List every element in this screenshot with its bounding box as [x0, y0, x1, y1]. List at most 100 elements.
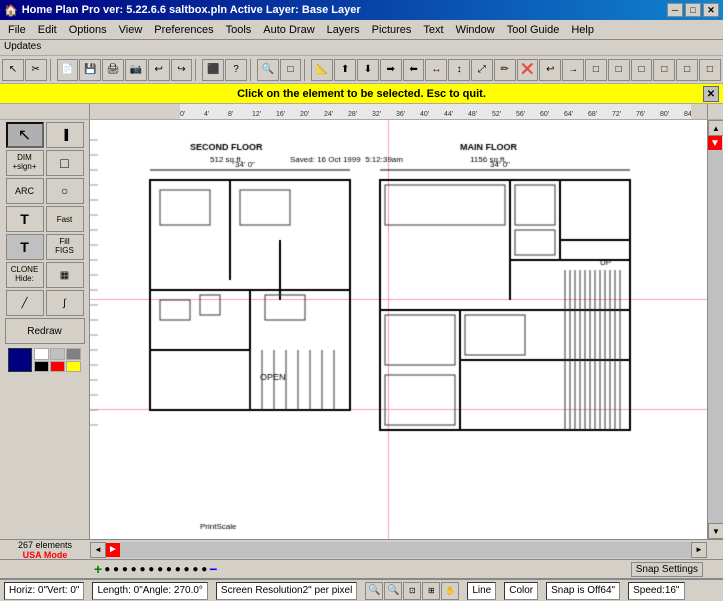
menu-bar: FileEditOptionsViewPreferencesToolsAuto …	[0, 20, 723, 40]
zoom-buttons[interactable]: 🔍 🔍 ⊡ ⊞ ✋	[365, 582, 459, 600]
scroll-up-arrow[interactable]: ▲	[708, 120, 723, 136]
scroll-right-arrow[interactable]: ►	[691, 542, 707, 558]
hide-button[interactable]: ▦	[46, 262, 84, 288]
ruler-tick: 32'	[372, 111, 381, 118]
toolbar1-btn-7[interactable]: ↪	[171, 59, 193, 81]
toolbar1-btn-18[interactable]: ↕	[448, 59, 470, 81]
floor-plan-canvas[interactable]	[90, 120, 707, 539]
toolbar1-btn-26[interactable]: □	[631, 59, 653, 81]
maximize-button[interactable]: □	[685, 3, 701, 17]
toolbar1-btn-19[interactable]: ⤢	[471, 59, 493, 81]
toolbar1-btn-9[interactable]: ?	[225, 59, 247, 81]
toolbar1-btn-2[interactable]: 📄	[57, 59, 79, 81]
toolbar1-btn-16[interactable]: ⬅	[403, 59, 425, 81]
pan-icon[interactable]: ✋	[441, 582, 459, 600]
toolbar1-btn-17[interactable]: ↔	[425, 59, 447, 81]
zoom-fit-icon[interactable]: ⊡	[403, 582, 421, 600]
remove-button[interactable]: −	[209, 561, 217, 577]
zoom-out-icon[interactable]: 🔍	[384, 582, 402, 600]
length-status: Length: 0" Angle: 270.0°	[92, 582, 207, 600]
info-close-button[interactable]: ✕	[703, 86, 719, 102]
ruler-tick: 4'	[204, 111, 209, 118]
color-swatch[interactable]	[8, 348, 32, 372]
zoom-in-icon[interactable]: 🔍	[365, 582, 383, 600]
menu-item-pictures[interactable]: Pictures	[366, 23, 418, 37]
toolbar1-btn-22[interactable]: ↩	[539, 59, 561, 81]
toolbar1-btn-6[interactable]: ↩	[148, 59, 170, 81]
h-scroll-track[interactable]	[120, 542, 691, 558]
toolbar1-btn-21[interactable]: ❌	[517, 59, 539, 81]
minimize-button[interactable]: ─	[667, 3, 683, 17]
toolbar1-btn-8[interactable]: ⬛	[202, 59, 224, 81]
menu-item-tools[interactable]: Tools	[220, 23, 258, 37]
menu-item-view[interactable]: View	[113, 23, 149, 37]
toolbar1-btn-11[interactable]: □	[280, 59, 302, 81]
line-tool-button[interactable]: ╱	[6, 290, 44, 316]
toolbar1-btn-15[interactable]: ➡	[380, 59, 402, 81]
toolbar1-btn-13[interactable]: ⬆	[334, 59, 356, 81]
menu-item-layers[interactable]: Layers	[321, 23, 366, 37]
info-message: Click on the element to be selected. Esc…	[237, 88, 486, 100]
fast-text-button[interactable]: Fast	[46, 206, 84, 232]
clone-button[interactable]: CLONEHide:	[6, 262, 44, 288]
toolbar1-btn-0[interactable]: ↖	[2, 59, 24, 81]
zoom-window-icon[interactable]: ⊞	[422, 582, 440, 600]
title-controls[interactable]: ─ □ ✕	[667, 3, 719, 17]
drawing-canvas-area[interactable]	[90, 120, 707, 539]
toolbar1-btn-4[interactable]: 🖨	[102, 59, 124, 81]
status-bar: Horiz: 0" Vert: 0" Length: 0" Angle: 270…	[0, 579, 723, 601]
snap-value: 64"	[600, 585, 615, 596]
arc-tool-button[interactable]: ARC	[6, 178, 44, 204]
toolbar1-btn-20[interactable]: ✏	[494, 59, 516, 81]
fill-figs-button[interactable]: FillFIGS	[46, 234, 84, 260]
ruler-tick: 44'	[444, 111, 453, 118]
toolbar1-btn-27[interactable]: □	[653, 59, 675, 81]
scroll-left-arrow[interactable]: ◄	[90, 542, 106, 558]
menu-item-help[interactable]: Help	[565, 23, 600, 37]
angle-value: Angle: 270.0°	[143, 585, 203, 596]
ruler-tick: 24'	[324, 111, 333, 118]
menu-item-tool guide[interactable]: Tool Guide	[501, 23, 566, 37]
toolbar-2: + ● ● ● ● ● ● ● ● ● ● ● ● − Snap Setting…	[0, 559, 723, 579]
text-tool-button[interactable]: T	[6, 206, 44, 232]
menu-item-window[interactable]: Window	[450, 23, 501, 37]
close-button[interactable]: ✕	[703, 3, 719, 17]
scroll-down-arrow[interactable]: ▼	[708, 523, 723, 539]
menu-item-file[interactable]: File	[2, 23, 32, 37]
toolbar1-btn-5[interactable]: 📷	[125, 59, 147, 81]
toolbar1-btn-12[interactable]: 📐	[311, 59, 333, 81]
select-tool-button[interactable]: ↖	[6, 122, 44, 148]
menu-item-edit[interactable]: Edit	[32, 23, 63, 37]
curve-tool-button[interactable]: ∫	[46, 290, 84, 316]
toolbar1-btn-14[interactable]: ⬇	[357, 59, 379, 81]
toolbar1-btn-3[interactable]: 💾	[79, 59, 101, 81]
toolbar1-btn-1[interactable]: ✂	[25, 59, 47, 81]
wall-tool-button[interactable]: ▐	[46, 122, 84, 148]
ruler-tick: 28'	[348, 111, 357, 118]
toolbar1-btn-24[interactable]: □	[585, 59, 607, 81]
bottom-left-info: 267 elements USA Mode	[0, 540, 90, 560]
circle-tool-button[interactable]: ○	[46, 178, 84, 204]
text2-tool-button[interactable]: T	[6, 234, 44, 260]
toolbar1-btn-23[interactable]: →	[562, 59, 584, 81]
menu-item-options[interactable]: Options	[63, 23, 113, 37]
dim-tool-button[interactable]: DIM+sign+	[6, 150, 44, 176]
rect-tool-button[interactable]: □	[46, 150, 84, 176]
scroll-track-v[interactable]	[708, 150, 723, 523]
add-button[interactable]: +	[94, 561, 102, 577]
vertical-scrollbar[interactable]: ▲ ▼ ▼	[707, 120, 723, 539]
redraw-button[interactable]: Redraw	[5, 318, 85, 344]
menu-item-auto draw[interactable]: Auto Draw	[257, 23, 320, 37]
toolbar1-btn-28[interactable]: □	[676, 59, 698, 81]
menu-item-preferences[interactable]: Preferences	[148, 23, 219, 37]
ruler-tick: 0'	[180, 111, 185, 118]
h-scroll-container[interactable]: ◄ ► ►	[90, 542, 707, 558]
toolbar1-btn-10[interactable]: 🔍	[257, 59, 279, 81]
color-palette[interactable]	[34, 348, 82, 372]
ruler-tick: 8'	[228, 111, 233, 118]
snap-settings-button[interactable]: Snap Settings	[631, 562, 703, 577]
menu-item-text[interactable]: Text	[417, 23, 449, 37]
toolbar1-btn-25[interactable]: □	[608, 59, 630, 81]
toolbar2-left: + ● ● ● ● ● ● ● ● ● ● ● ● −	[94, 561, 217, 577]
toolbar1-btn-29[interactable]: □	[699, 59, 721, 81]
